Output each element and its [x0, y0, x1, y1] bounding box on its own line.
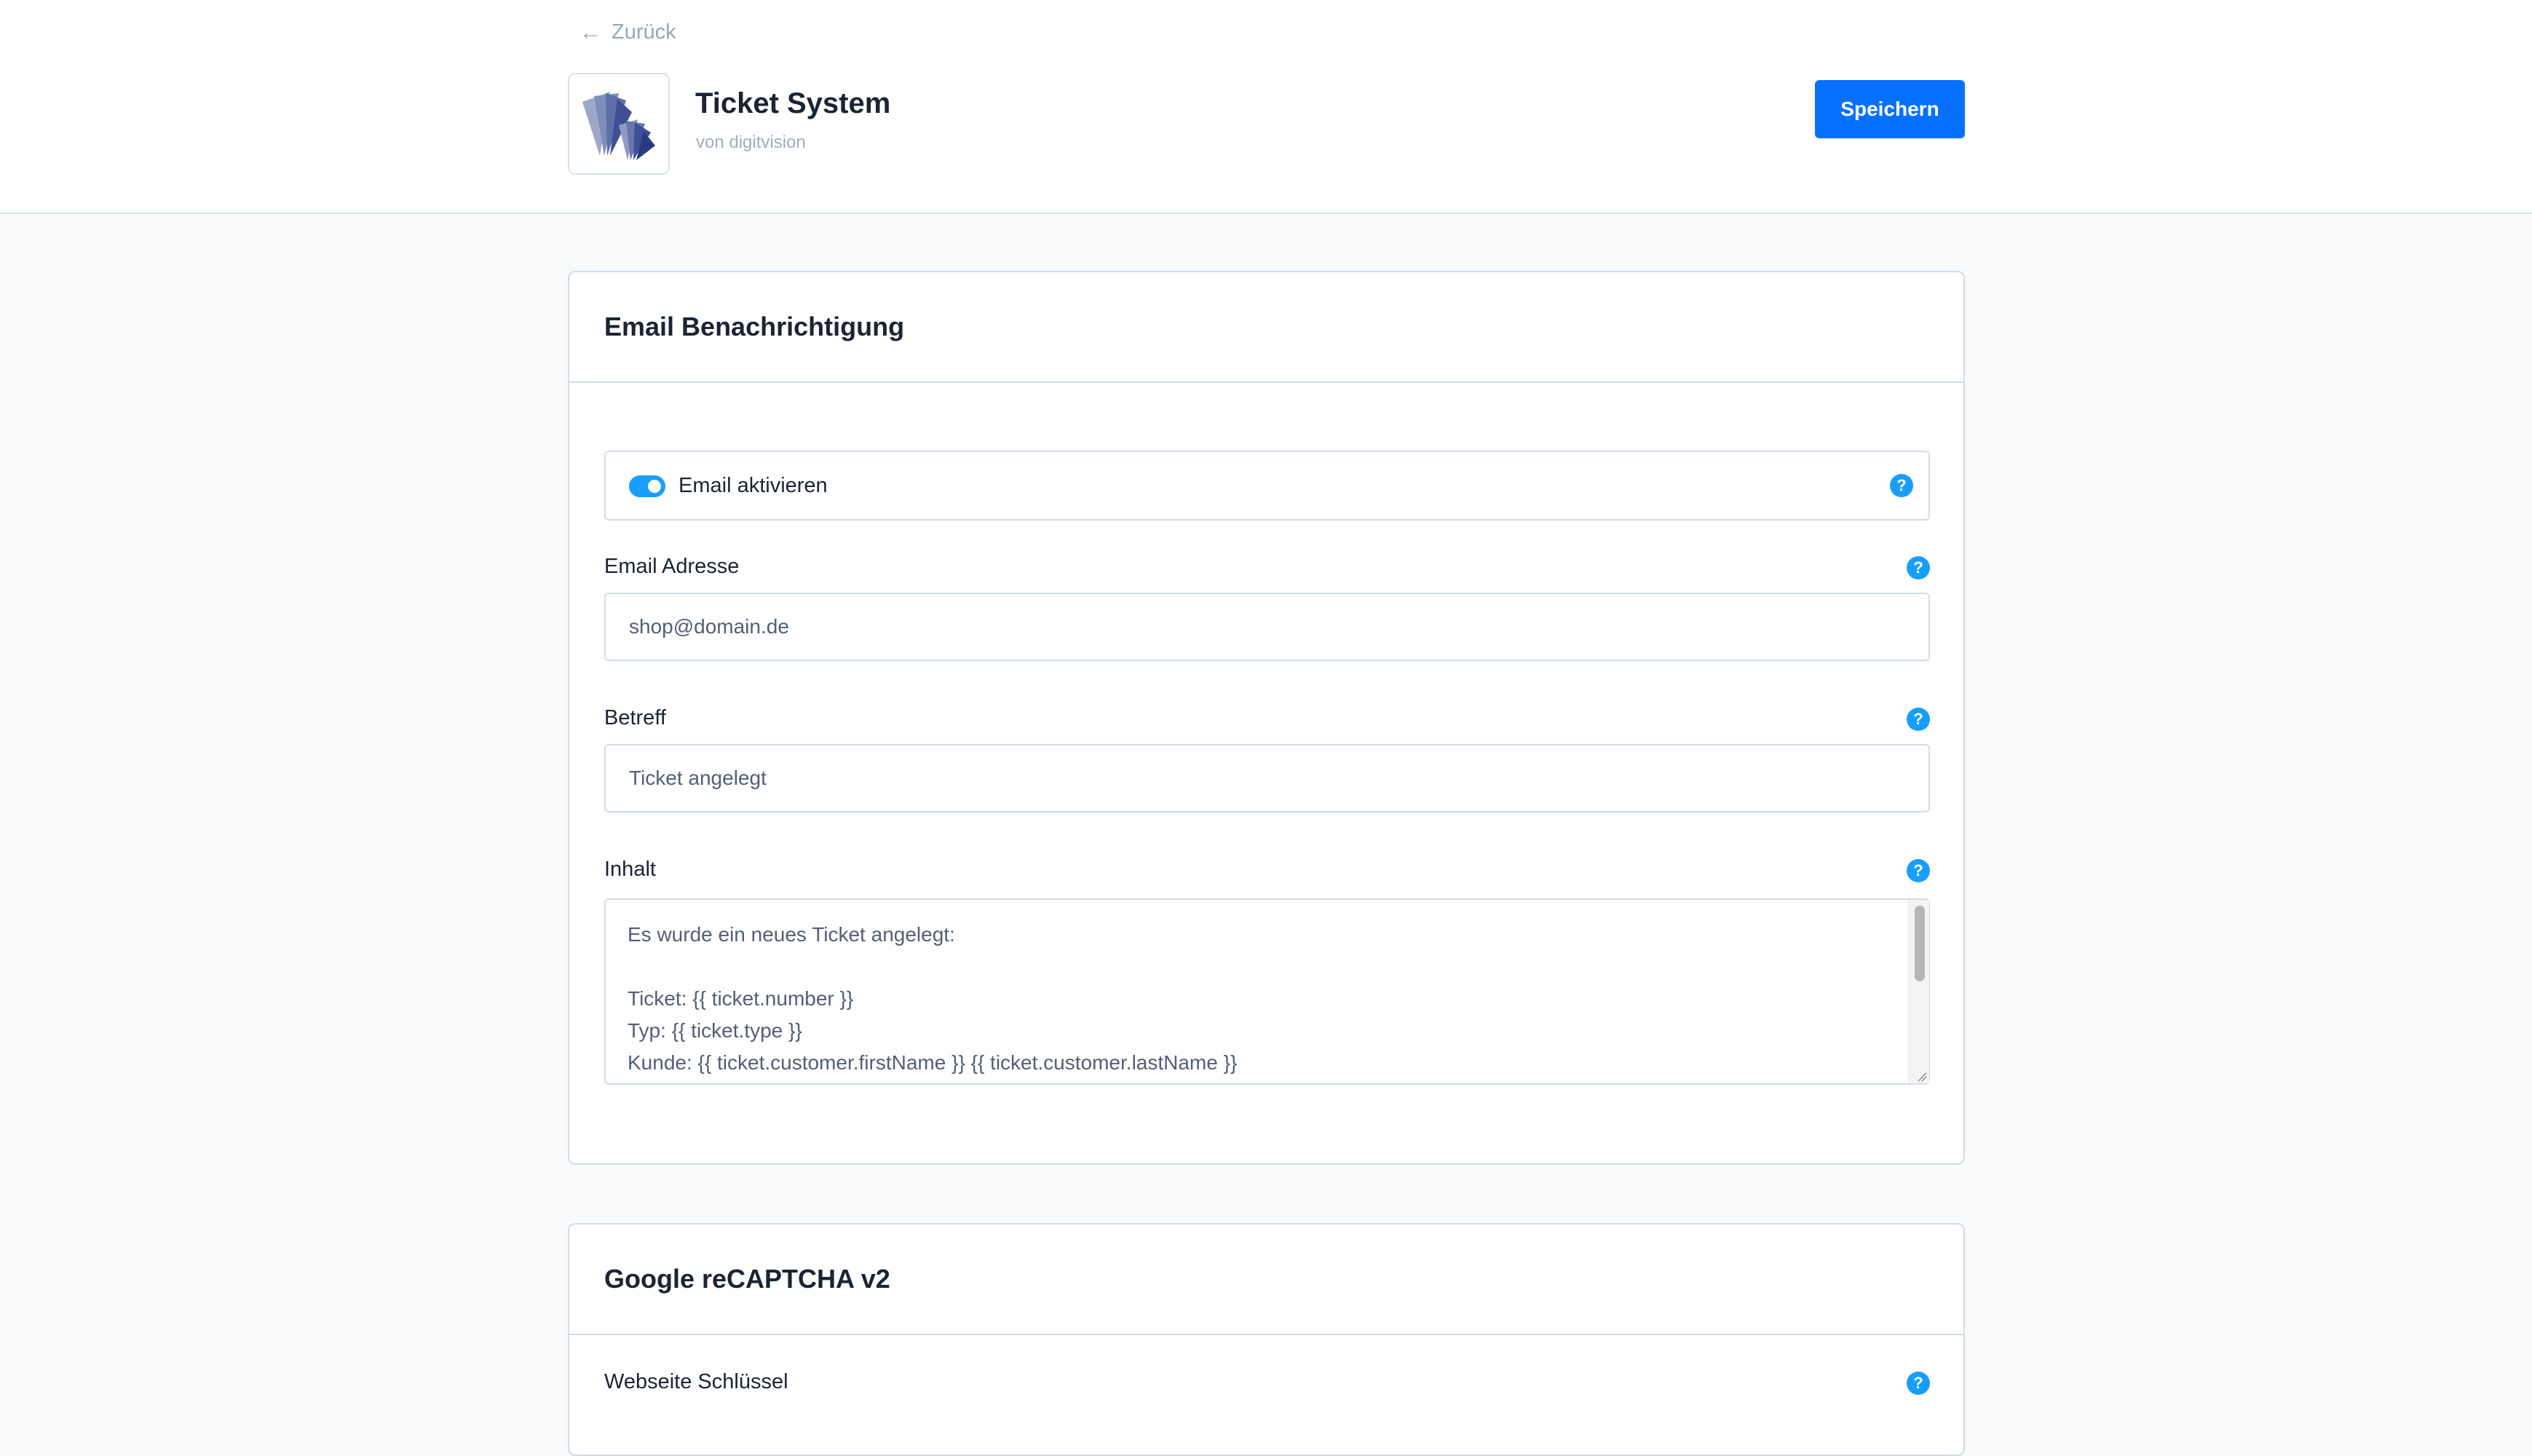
content-label: Inhalt — [604, 858, 656, 881]
app-logo — [568, 73, 670, 175]
card-title: Google reCAPTCHA v2 — [604, 1264, 890, 1294]
site-key-label: Webseite Schlüssel — [604, 1370, 788, 1393]
help-icon[interactable]: ? — [1907, 859, 1930, 882]
email-enable-toggle[interactable] — [629, 475, 665, 497]
fan-logo-icon — [582, 92, 655, 160]
resize-grip-icon[interactable] — [1915, 1070, 1927, 1082]
subject-input[interactable] — [604, 744, 1930, 812]
page-header: ← Zurück Ticket System von digitvision S… — [0, 0, 2532, 214]
card-header: Email Benachrichtigung — [569, 272, 1963, 383]
content-scrollbar[interactable] — [1908, 900, 1929, 1083]
recaptcha-card: Google reCAPTCHA v2 Webseite Schlüssel ? — [568, 1223, 1965, 1456]
email-enable-row: Email aktivieren ? — [604, 451, 1930, 521]
card-header: Google reCAPTCHA v2 — [569, 1224, 1963, 1335]
scrollbar-thumb[interactable] — [1915, 906, 1925, 981]
email-address-label: Email Adresse — [604, 555, 740, 578]
subject-label: Betreff — [604, 706, 666, 729]
help-icon[interactable]: ? — [1890, 474, 1913, 497]
email-address-input[interactable] — [604, 593, 1930, 661]
content-textarea[interactable]: Es wurde ein neues Ticket angelegt: Tick… — [604, 898, 1930, 1085]
email-notification-card: Email Benachrichtigung Email aktivieren … — [568, 271, 1965, 1165]
back-link[interactable]: ← Zurück — [579, 20, 676, 44]
help-icon[interactable]: ? — [1907, 1372, 1930, 1395]
arrow-left-icon: ← — [579, 20, 601, 44]
email-enable-label: Email aktivieren — [679, 474, 828, 497]
help-icon[interactable]: ? — [1907, 708, 1930, 731]
back-label: Zurück — [612, 20, 676, 44]
app-vendor: von digitvision — [696, 132, 806, 152]
save-button[interactable]: Speichern — [1815, 80, 1965, 138]
help-icon[interactable]: ? — [1907, 556, 1930, 579]
toggle-knob — [648, 480, 661, 493]
app-title: Ticket System — [695, 87, 891, 119]
card-title: Email Benachrichtigung — [604, 312, 905, 341]
